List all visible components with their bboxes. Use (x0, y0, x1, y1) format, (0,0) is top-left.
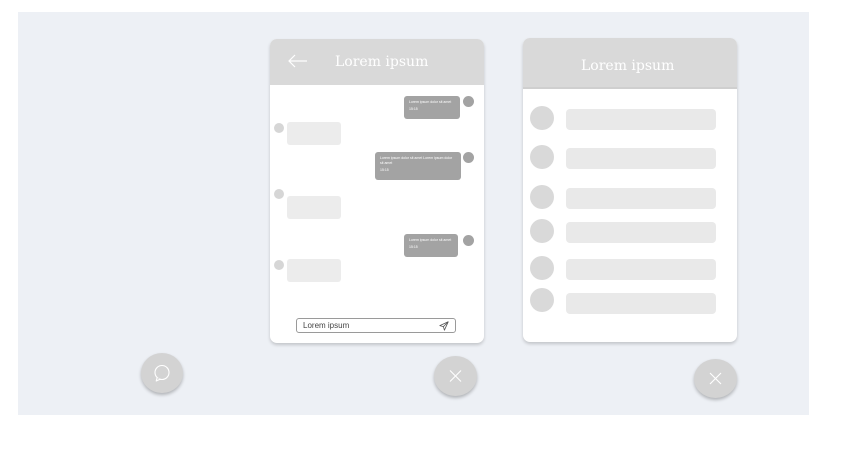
message-text: Lorem ipsum dolor sit amet (409, 238, 452, 242)
receiver-avatar (274, 189, 284, 199)
sender-avatar (463, 152, 474, 163)
close-chat-button[interactable] (434, 356, 477, 396)
contact-avatar[interactable] (530, 106, 554, 130)
contact-avatar[interactable] (530, 219, 554, 243)
receiver-avatar (274, 260, 284, 270)
incoming-message[interactable] (287, 196, 341, 219)
contact-avatar[interactable] (530, 256, 554, 280)
close-icon (709, 372, 722, 385)
chat-bubble-icon (154, 364, 170, 382)
outgoing-message[interactable]: Lorem ipsum dolor sit amet Lorem ipsum d… (375, 152, 461, 180)
contacts-panel: Lorem ipsum (523, 38, 737, 342)
contact-row[interactable] (566, 259, 716, 280)
chat-header: Lorem ipsum (270, 39, 484, 85)
sender-avatar (463, 96, 474, 107)
message-input-placeholder: Lorem ipsum (303, 321, 350, 330)
receiver-avatar (274, 123, 284, 133)
contacts-header: Lorem ipsum (523, 38, 737, 89)
message-time: 15:15 (380, 168, 389, 172)
contact-avatar[interactable] (530, 185, 554, 209)
message-time: 15:15 (409, 245, 418, 249)
chat-fab-button[interactable] (141, 353, 183, 393)
message-time: 15:15 (409, 107, 418, 111)
incoming-message[interactable] (287, 122, 341, 145)
contact-row[interactable] (566, 222, 716, 243)
outgoing-message[interactable]: Lorem ipsum dolor sit amet 15:15 (404, 234, 458, 257)
close-icon (449, 370, 462, 382)
sender-avatar (463, 235, 474, 246)
contact-row[interactable] (566, 293, 716, 314)
contact-avatar[interactable] (530, 288, 554, 312)
contact-row[interactable] (566, 188, 716, 209)
incoming-message[interactable] (287, 259, 341, 282)
send-icon[interactable] (439, 321, 449, 331)
contact-avatar[interactable] (530, 145, 554, 169)
close-contacts-button[interactable] (694, 359, 737, 398)
contact-row[interactable] (566, 148, 716, 169)
message-text: Lorem ipsum dolor sit amet (409, 100, 452, 104)
contact-row[interactable] (566, 109, 716, 130)
outgoing-message[interactable]: Lorem ipsum dolor sit amet 15:15 (404, 96, 460, 119)
arrow-left-icon[interactable] (287, 54, 309, 68)
chat-panel: Lorem ipsum Lorem ipsum dolor sit amet 1… (270, 39, 484, 343)
contacts-title: Lorem ipsum (581, 58, 675, 74)
message-text: Lorem ipsum dolor sit amet Lorem ipsum d… (380, 156, 453, 165)
canvas-background: Lorem ipsum Lorem ipsum dolor sit amet 1… (18, 12, 809, 415)
message-input[interactable]: Lorem ipsum (296, 318, 456, 333)
chat-title: Lorem ipsum (335, 54, 429, 70)
